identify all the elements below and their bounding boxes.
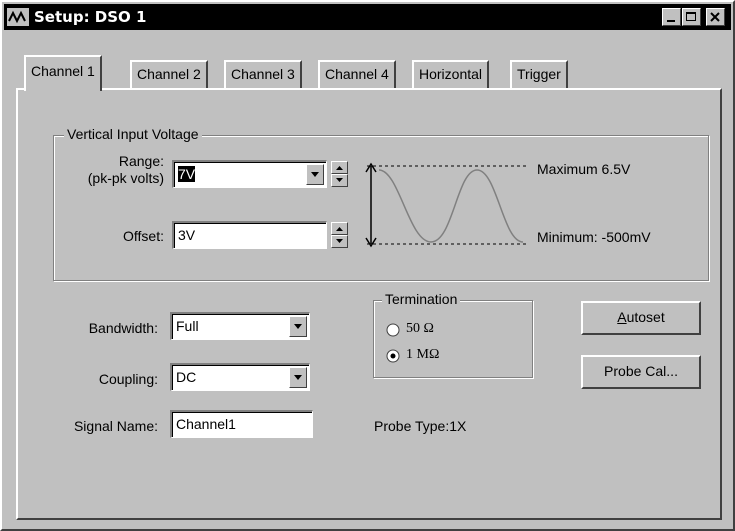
range-dropdown-button[interactable] <box>306 164 324 185</box>
offset-spin-down[interactable] <box>331 235 348 248</box>
tab-panel: Vertical Input Voltage Range: (pk-pk vol… <box>16 88 722 520</box>
termination-group-label: Termination <box>382 291 461 307</box>
autoset-label-rest: utoset <box>626 309 665 325</box>
spin-down-icon <box>336 178 343 182</box>
autoset-button[interactable]: Autoset <box>581 301 701 335</box>
bandwidth-value: Full <box>176 318 199 334</box>
autoset-mnemonic: A <box>617 309 627 325</box>
range-sublabel: (pk-pk volts) <box>87 170 164 186</box>
voltage-range-diagram <box>365 162 527 248</box>
chevron-down-icon <box>311 172 319 177</box>
minimize-icon <box>667 20 675 22</box>
probe-cal-label: Probe Cal... <box>604 363 678 379</box>
offset-spin-up[interactable] <box>331 222 348 235</box>
tab-label: Horizontal <box>419 66 483 82</box>
waveform-icon <box>7 8 29 26</box>
signal-name-input[interactable]: Channel1 <box>170 410 313 438</box>
bandwidth-dropdown-button[interactable] <box>289 316 307 337</box>
tab-label: Channel 2 <box>137 66 201 82</box>
tab-label: Trigger <box>517 66 561 82</box>
offset-spinner[interactable] <box>331 222 348 248</box>
radio-label: 1 MΩ <box>406 347 440 362</box>
range-label: Range: <box>118 153 164 169</box>
range-value: 7V <box>178 166 196 182</box>
tab-channel-2[interactable]: Channel 2 <box>130 60 208 88</box>
chevron-down-icon <box>294 324 302 329</box>
maximize-button[interactable] <box>682 8 701 26</box>
close-icon <box>710 12 720 22</box>
radio-label: 50 Ω <box>406 321 434 336</box>
coupling-select[interactable]: DC <box>170 363 310 391</box>
coupling-label: Coupling: <box>98 371 158 387</box>
maximize-icon <box>686 12 696 21</box>
vertical-input-group: Vertical Input Voltage Range: (pk-pk vol… <box>53 126 709 281</box>
tab-trigger[interactable]: Trigger <box>510 60 568 88</box>
offset-label: Offset: <box>123 228 164 244</box>
minimize-button[interactable] <box>662 8 681 26</box>
tab-label: Channel 1 <box>31 63 95 79</box>
coupling-dropdown-button[interactable] <box>289 367 307 388</box>
vertical-input-group-label: Vertical Input Voltage <box>64 126 202 142</box>
sine-wave <box>378 169 524 243</box>
bandwidth-label: Bandwidth: <box>88 320 158 336</box>
tab-label: Channel 4 <box>325 66 389 82</box>
range-spin-up[interactable] <box>331 161 348 174</box>
radio-unselected-icon <box>386 323 400 337</box>
window-title: Setup: DSO 1 <box>34 8 147 26</box>
tab-horizontal[interactable]: Horizontal <box>412 60 490 88</box>
signal-name-label: Signal Name: <box>73 418 158 434</box>
coupling-value: DC <box>176 369 197 385</box>
tab-channel-1[interactable]: Channel 1 <box>24 55 102 91</box>
offset-value: 3V <box>178 227 196 243</box>
spin-up-icon <box>336 166 343 170</box>
termination-group: Termination 50 Ω 1 MΩ <box>373 291 533 378</box>
chevron-down-icon <box>294 375 302 380</box>
probe-type-label: Probe Type:1X <box>374 418 467 434</box>
signal-name-value: Channel1 <box>176 416 236 432</box>
bandwidth-select[interactable]: Full <box>170 312 310 340</box>
offset-input[interactable]: 3V <box>172 221 327 249</box>
range-select[interactable]: 7V <box>172 160 327 188</box>
tab-channel-3[interactable]: Channel 3 <box>224 60 302 88</box>
probe-cal-button[interactable]: Probe Cal... <box>581 355 701 389</box>
radio-selected-icon <box>386 349 400 363</box>
maximum-readout: Maximum 6.5V <box>537 161 631 177</box>
spin-down-icon <box>336 239 343 243</box>
range-spin-down[interactable] <box>331 174 348 187</box>
spin-up-icon <box>336 227 343 231</box>
minimum-readout: Minimum: -500mV <box>537 229 651 245</box>
setup-dialog: Setup: DSO 1 Channel 1 Channel 2 Channel… <box>0 0 735 531</box>
tab-label: Channel 3 <box>231 66 295 82</box>
range-spinner[interactable] <box>331 161 348 187</box>
tab-channel-4[interactable]: Channel 4 <box>318 60 396 88</box>
close-button[interactable] <box>706 8 725 26</box>
title-bar[interactable]: Setup: DSO 1 <box>4 4 731 30</box>
